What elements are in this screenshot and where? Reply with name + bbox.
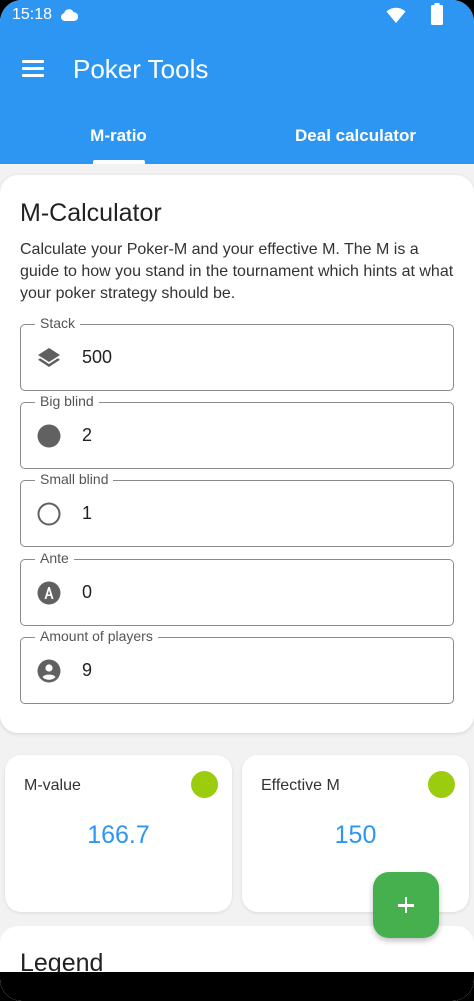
players-field[interactable]: Amount of players 9 [20,628,454,704]
wifi-icon [386,7,406,23]
big-blind-input[interactable]: 2 [82,425,92,446]
ante-icon [37,581,61,605]
big-blind-icon [37,424,61,448]
players-field-label: Amount of players [35,628,158,644]
ante-field[interactable]: Ante 0 [20,550,454,626]
players-icon [37,659,61,683]
m-value-result: 166.7 [87,821,150,849]
small-blind-input[interactable]: 1 [82,503,92,524]
small-blind-icon [37,502,61,526]
m-value-status-dot [191,771,218,798]
stack-icon [38,348,60,367]
effective-m-label: Effective M [261,777,340,794]
tab-m-ratio[interactable]: M-ratio [0,110,237,164]
tab-deal-calculator[interactable]: Deal calculator [237,110,474,164]
stack-field[interactable]: Stack 500 [20,315,454,391]
small-blind-field-label: Small blind [35,471,114,487]
ante-field-label: Ante [35,550,74,566]
stack-input[interactable]: 500 [82,347,112,368]
calculator-description: Calculate your Poker-M and your effectiv… [20,241,454,302]
app-bar: Poker Tools [0,30,474,110]
big-blind-field-label: Big blind [35,393,99,409]
cloud-icon [61,9,78,21]
m-value-label: M-value [24,777,81,794]
players-input[interactable]: 9 [82,660,92,681]
status-bar: 15:18 [0,0,474,30]
calculator-title: M-Calculator [20,199,162,227]
phone-screen: 15:18 Poker Tools M-ratio Deal calculato… [0,0,474,1001]
battery-icon [431,3,443,25]
ante-input[interactable]: 0 [82,582,92,603]
app-title: Poker Tools [73,54,209,84]
calculator-card: M-Calculator Calculate your Poker-M and … [0,175,474,733]
app-header: 15:18 Poker Tools M-ratio Deal calculato… [0,0,474,164]
add-button[interactable] [373,872,439,938]
tab-bar: M-ratio Deal calculator [0,110,474,164]
m-value-card: M-value 166.7 [5,755,232,912]
menu-icon[interactable] [20,58,46,78]
stack-field-label: Stack [35,315,81,331]
effective-m-result: 150 [334,821,377,849]
small-blind-field[interactable]: Small blind 1 [20,471,454,547]
big-blind-field[interactable]: Big blind 2 [20,393,454,469]
effective-m-status-dot [428,771,455,798]
tab-indicator [93,160,145,164]
navigation-bar [0,972,474,1001]
status-time: 15:18 [12,6,53,23]
